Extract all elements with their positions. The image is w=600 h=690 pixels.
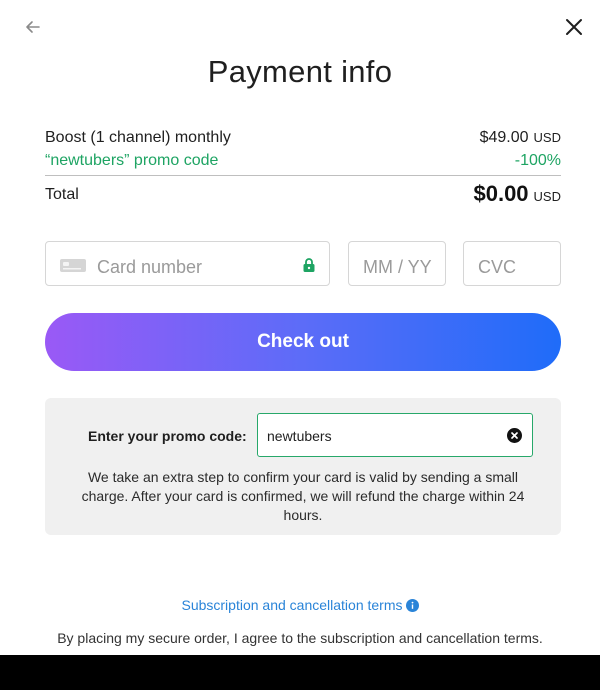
back-button[interactable] bbox=[22, 16, 44, 38]
card-number-placeholder: Card number bbox=[97, 257, 203, 277]
cvc-placeholder: CVC bbox=[478, 257, 517, 277]
plan-currency: USD bbox=[533, 130, 561, 145]
total-label: Total bbox=[45, 186, 79, 203]
credit-card-icon bbox=[60, 259, 86, 272]
card-number-field[interactable]: Card number bbox=[45, 241, 330, 286]
plan-price: $49.00 USD bbox=[480, 129, 561, 147]
card-verification-note: We take an extra step to confirm your ca… bbox=[81, 469, 525, 523]
arrow-left-icon bbox=[26, 21, 40, 33]
total-amount: $0.00 USD bbox=[473, 181, 561, 207]
page-title: Payment info bbox=[207, 54, 393, 89]
summary-divider bbox=[45, 175, 561, 176]
total-value: $0.00 bbox=[473, 181, 529, 206]
expiry-field[interactable]: MM / YY bbox=[348, 241, 446, 286]
promo-discount: -100% bbox=[514, 152, 561, 169]
bottom-bar bbox=[0, 655, 600, 690]
order-agreement-text: By placing my secure order, I agree to t… bbox=[57, 630, 543, 646]
promo-code-value: newtubers bbox=[267, 428, 332, 444]
close-button[interactable] bbox=[563, 16, 585, 38]
promo-code-prompt: Enter your promo code: bbox=[88, 428, 247, 444]
promo-panel: Enter your promo code: newtubers We take… bbox=[45, 398, 561, 535]
clear-circle-icon[interactable] bbox=[507, 428, 522, 443]
close-icon bbox=[566, 19, 582, 35]
plan-price-value: $49.00 bbox=[479, 129, 529, 146]
checkout-button[interactable]: Check out bbox=[45, 313, 561, 371]
promo-code-label: “newtubers” promo code bbox=[45, 152, 219, 169]
promo-code-input[interactable]: newtubers bbox=[257, 413, 533, 457]
subscription-terms-label: Subscription and cancellation terms bbox=[181, 597, 403, 613]
expiry-placeholder: MM / YY bbox=[363, 257, 432, 277]
plan-label: Boost (1 channel) monthly bbox=[45, 129, 231, 146]
lock-icon bbox=[303, 258, 315, 272]
info-icon bbox=[405, 599, 419, 612]
subscription-terms-link[interactable]: Subscription and cancellation terms bbox=[0, 597, 600, 613]
total-currency: USD bbox=[533, 189, 561, 204]
cvc-field[interactable]: CVC bbox=[463, 241, 561, 286]
